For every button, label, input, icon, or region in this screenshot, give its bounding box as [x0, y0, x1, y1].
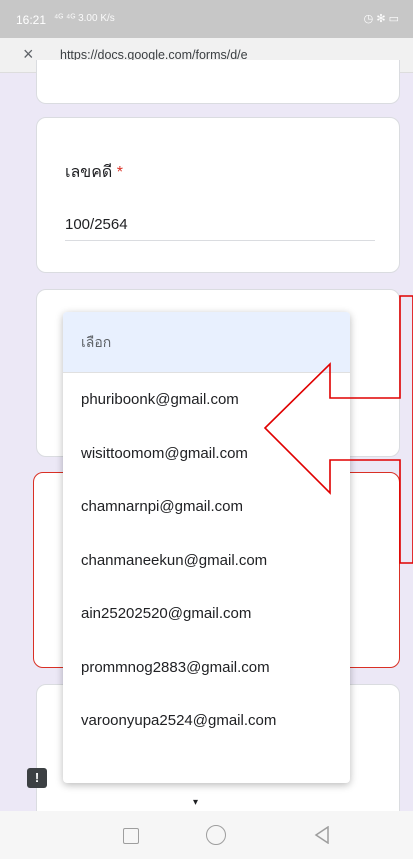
android-nav-bar [0, 811, 413, 859]
back-icon[interactable] [314, 826, 330, 844]
recent-apps-icon[interactable] [123, 828, 139, 844]
annotation-arrow-icon [263, 295, 413, 564]
home-icon[interactable] [206, 825, 226, 845]
